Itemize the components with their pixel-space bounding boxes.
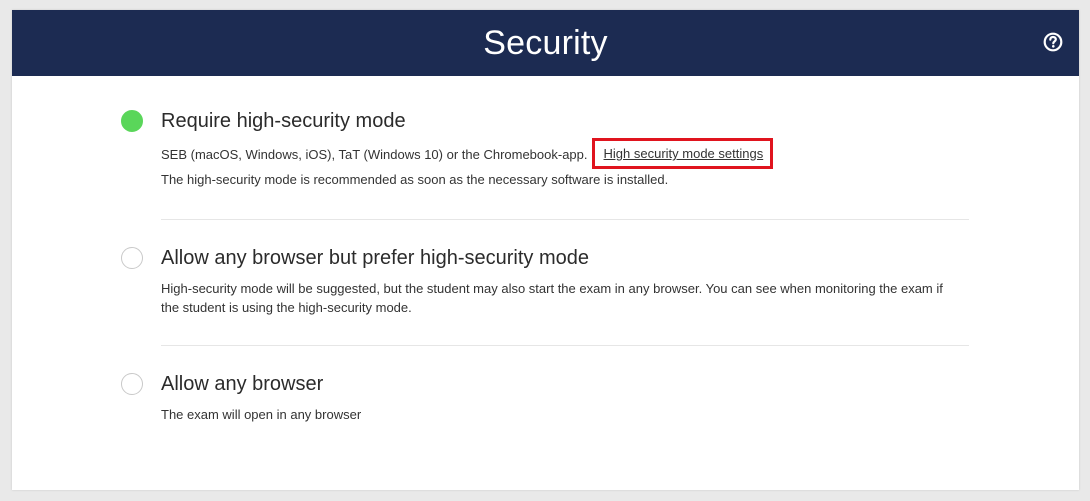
radio-prefer-high-security[interactable] <box>121 247 143 269</box>
high-security-settings-link[interactable]: High security mode settings <box>604 146 764 161</box>
option-allow-any-browser[interactable]: Allow any browser The exam will open in … <box>121 371 971 431</box>
header-bar: Security <box>12 10 1079 76</box>
option-title[interactable]: Allow any browser but prefer high-securi… <box>161 245 589 271</box>
page-title: Security <box>483 24 608 62</box>
option-description: High-security mode will be suggested, bu… <box>161 281 943 315</box>
radio-allow-any-browser[interactable] <box>121 373 143 395</box>
divider <box>161 219 969 220</box>
option-description: SEB (macOS, Windows, iOS), TaT (Windows … <box>161 138 961 170</box>
option-desc-line1: SEB (macOS, Windows, iOS), TaT (Windows … <box>161 147 588 162</box>
divider <box>161 345 969 346</box>
radio-require-high-security[interactable] <box>121 110 143 132</box>
question-circle-icon[interactable] <box>1043 32 1063 52</box>
option-title[interactable]: Allow any browser <box>161 371 323 397</box>
option-desc-line2: The high-security mode is recommended as… <box>161 172 669 187</box>
highlight-box: High security mode settings <box>591 138 774 169</box>
security-panel: Security Require high-security mode SEB … <box>12 10 1079 490</box>
option-require-high-security[interactable]: Require high-security mode SEB (macOS, W… <box>121 108 971 198</box>
option-title[interactable]: Require high-security mode <box>161 108 406 134</box>
option-prefer-high-security[interactable]: Allow any browser but prefer high-securi… <box>121 245 971 325</box>
option-description: The exam will open in any browser <box>161 407 362 422</box>
